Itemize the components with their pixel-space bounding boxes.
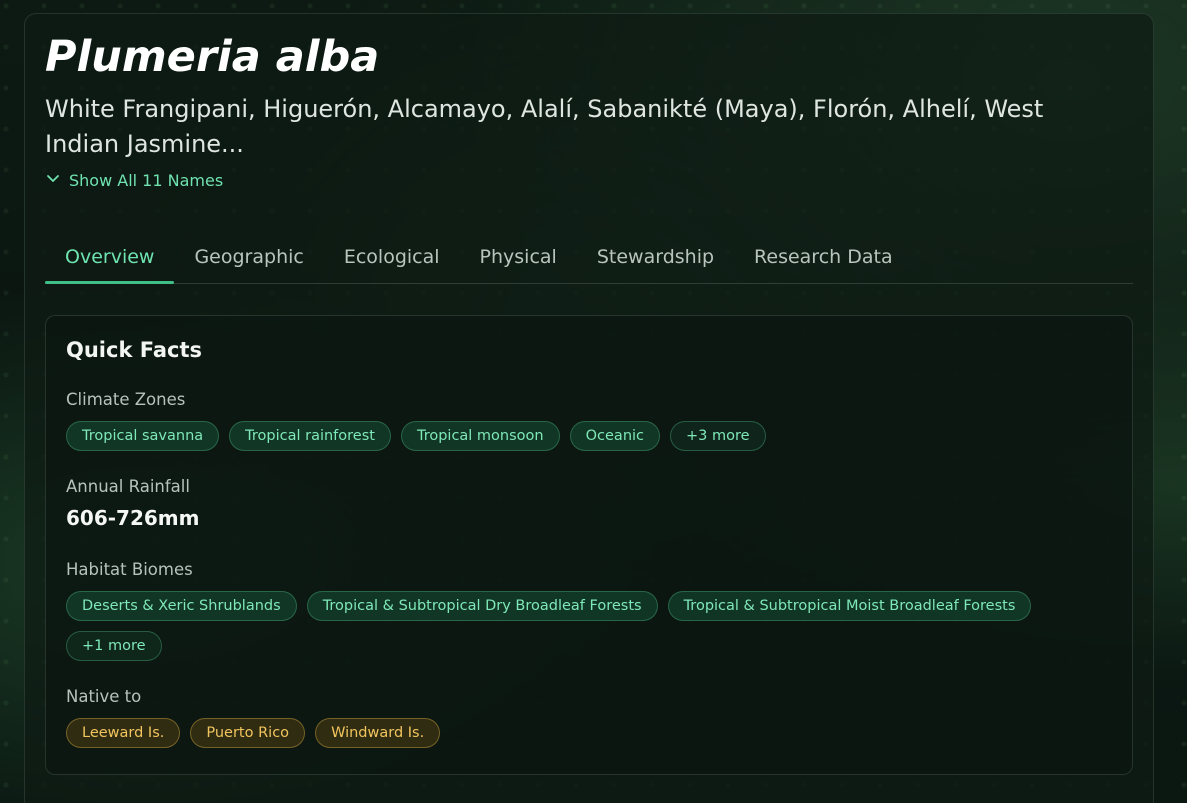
habitat-biomes-chips: Deserts & Xeric Shrublands Tropical & Su…	[66, 591, 1106, 661]
tab-overview[interactable]: Overview	[45, 230, 175, 284]
habitat-biome-chip[interactable]: Deserts & Xeric Shrublands	[66, 591, 297, 621]
common-names: White Frangipani, Higuerón, Alcamayo, Al…	[45, 95, 1044, 158]
annual-rainfall-value: 606-726mm	[66, 506, 200, 530]
quick-facts-panel: Quick Facts Climate Zones Tropical savan…	[45, 315, 1133, 775]
climate-zone-chip[interactable]: Tropical monsoon	[400, 421, 560, 451]
tab-stewardship[interactable]: Stewardship	[577, 230, 734, 283]
habitat-biomes-more-button[interactable]: +1 more	[66, 631, 162, 661]
climate-zones-label: Climate Zones	[66, 390, 186, 409]
native-region-chip[interactable]: Windward Is.	[315, 718, 441, 748]
annual-rainfall-label: Annual Rainfall	[66, 477, 190, 496]
climate-zone-chip[interactable]: Tropical rainforest	[229, 421, 391, 451]
habitat-biomes-label: Habitat Biomes	[66, 560, 193, 579]
show-all-names-button[interactable]: Show All 11 Names	[45, 170, 223, 190]
tab-physical[interactable]: Physical	[460, 230, 577, 283]
quick-facts-title: Quick Facts	[66, 338, 202, 362]
scientific-name: Plumeria alba	[45, 32, 380, 82]
climate-zones-chips: Tropical savanna Tropical rainforest Tro…	[66, 421, 1106, 451]
climate-zone-chip[interactable]: Tropical savanna	[66, 421, 220, 451]
show-all-names-label: Show All 11 Names	[69, 170, 224, 190]
tab-research-data[interactable]: Research Data	[734, 230, 913, 283]
chevron-down-icon	[45, 170, 61, 190]
climate-zones-more-button[interactable]: +3 more	[670, 421, 766, 451]
tab-ecological[interactable]: Ecological	[324, 230, 460, 283]
tab-bar: Overview Geographic Ecological Physical …	[45, 230, 1133, 284]
native-region-chip[interactable]: Leeward Is.	[66, 718, 181, 748]
tab-geographic[interactable]: Geographic	[174, 230, 323, 283]
native-region-chip[interactable]: Puerto Rico	[190, 718, 306, 748]
climate-zone-chip[interactable]: Oceanic	[569, 421, 661, 451]
habitat-biome-chip[interactable]: Tropical & Subtropical Moist Broadleaf F…	[667, 591, 1032, 621]
native-to-chips: Leeward Is. Puerto Rico Windward Is.	[66, 718, 1106, 748]
species-card: Plumeria alba White Frangipani, Higuerón…	[24, 13, 1154, 803]
habitat-biome-chip[interactable]: Tropical & Subtropical Dry Broadleaf For…	[306, 591, 658, 621]
native-to-label: Native to	[66, 687, 142, 706]
